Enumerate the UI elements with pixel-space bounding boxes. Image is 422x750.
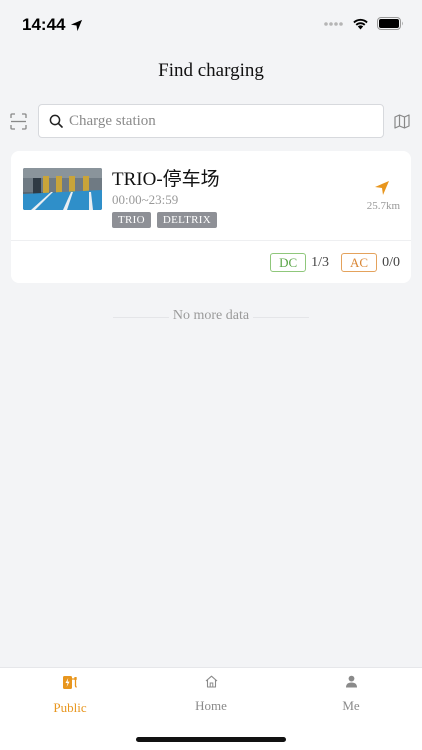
- station-tag: TRIO: [112, 212, 151, 228]
- tab-me[interactable]: Me: [301, 675, 401, 714]
- station-tags: TRIO DELTRIX: [112, 212, 218, 228]
- status-time-text: 14:44: [22, 15, 66, 34]
- charging-station-icon: [63, 676, 77, 689]
- tab-home-label: Home: [195, 698, 227, 713]
- tab-public[interactable]: Public: [20, 675, 120, 716]
- station-distance: 25.7km: [366, 200, 400, 212]
- status-bar: 14:44: [0, 0, 422, 50]
- tab-home[interactable]: Home: [161, 675, 261, 714]
- ac-count: 0/0: [382, 254, 400, 270]
- person-icon: [345, 675, 357, 688]
- search-icon: [49, 114, 63, 128]
- tab-me-label: Me: [342, 698, 360, 713]
- home-icon: [205, 675, 217, 688]
- page-title: Find charging: [158, 60, 264, 81]
- list-end-text: No more data: [172, 308, 250, 323]
- navigate-arrow-icon[interactable]: [374, 180, 390, 196]
- search-input[interactable]: [69, 112, 369, 130]
- station-hours: 00:00~23:59: [112, 192, 179, 207]
- cellular-signal-icon: [324, 21, 343, 26]
- search-box[interactable]: [38, 104, 384, 138]
- wifi-icon: [353, 18, 368, 30]
- ac-badge: AC: [341, 253, 378, 272]
- card-divider: [11, 240, 411, 241]
- station-name: TRIO-停车场: [112, 169, 220, 190]
- status-time: 14:44: [22, 15, 83, 35]
- dc-count: 1/3: [311, 254, 330, 270]
- search-row: [0, 104, 422, 140]
- scan-icon[interactable]: [10, 113, 27, 130]
- station-card[interactable]: TRIO-停车场 00:00~23:59 TRIO DELTRIX 25.7km…: [11, 151, 411, 283]
- port-availability: DC 1/3 AC 0/0: [270, 253, 400, 272]
- station-thumbnail: [23, 168, 102, 210]
- status-indicators: [324, 17, 404, 30]
- map-icon[interactable]: [394, 114, 410, 129]
- location-arrow-icon: [71, 19, 83, 31]
- dc-badge: DC: [270, 253, 307, 272]
- battery-icon: [377, 17, 403, 30]
- tab-public-label: Public: [53, 700, 87, 715]
- station-tag: DELTRIX: [156, 212, 218, 228]
- home-indicator: [136, 737, 286, 742]
